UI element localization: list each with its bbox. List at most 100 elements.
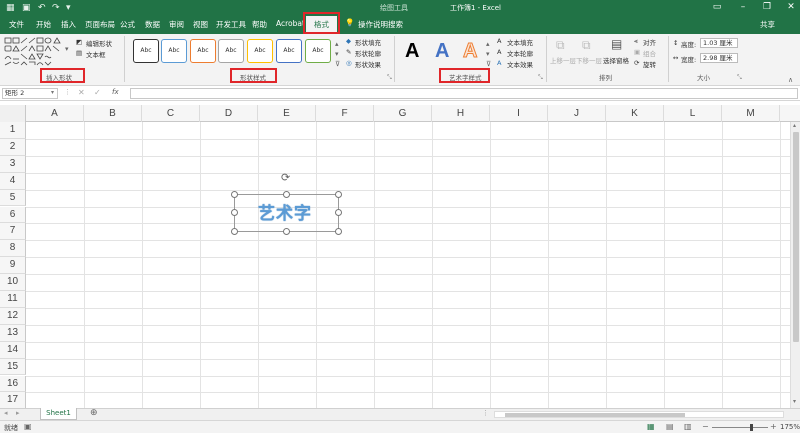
zoom-level[interactable]: 175% — [780, 423, 800, 431]
resize-handle[interactable] — [231, 191, 238, 198]
column-header-a[interactable]: A — [26, 105, 84, 122]
send-backward-button[interactable]: 下移一层 — [576, 55, 602, 65]
shape-gallery-scroll-icon[interactable]: ▾ — [65, 45, 69, 53]
column-header-d[interactable]: D — [200, 105, 258, 122]
row-header-12[interactable]: 12 — [0, 307, 26, 325]
dialog-launcher-icon[interactable]: ⤡ — [387, 74, 392, 82]
accessibility-icon[interactable]: ▣ — [24, 422, 32, 431]
enter-icon[interactable]: ✓ — [94, 88, 101, 97]
share-button[interactable]: 共享 — [760, 19, 775, 30]
tab-help[interactable]: 帮助 — [252, 19, 267, 30]
name-box-dropdown-icon[interactable]: ▾ — [51, 89, 54, 96]
prev-sheet-icon[interactable]: ◂ — [4, 409, 8, 417]
wordart-gallery-down-icon[interactable]: ▾ — [486, 50, 490, 58]
wordart-style-orange[interactable]: A — [462, 40, 477, 63]
row-header-10[interactable]: 10 — [0, 274, 26, 291]
row-header-1[interactable]: 1 — [0, 122, 26, 139]
column-header-g[interactable]: G — [374, 105, 432, 122]
edit-shape-button[interactable]: 编辑形状 — [86, 38, 112, 48]
shape-style-preset[interactable]: Abc — [161, 39, 187, 63]
text-outline-button[interactable]: 文本轮廓 — [507, 48, 533, 58]
tab-view[interactable]: 视图 — [193, 19, 208, 30]
shape-style-preset[interactable]: Abc — [190, 39, 216, 63]
zoom-slider[interactable] — [712, 424, 768, 431]
tab-insert[interactable]: 插入 — [61, 19, 76, 30]
tab-acrobat[interactable]: Acrobat — [276, 19, 305, 28]
rotate-button[interactable]: 旋转 — [643, 59, 656, 69]
resize-handle[interactable] — [335, 209, 342, 216]
scroll-up-icon[interactable]: ▴ — [793, 122, 796, 129]
shape-style-preset[interactable]: Abc — [133, 39, 159, 63]
zoom-slider-thumb[interactable] — [750, 424, 753, 431]
resize-handle[interactable] — [335, 191, 342, 198]
minimize-icon[interactable]: – — [736, 2, 750, 12]
select-all-button[interactable] — [0, 105, 26, 122]
name-box[interactable]: 矩形 2 — [2, 88, 58, 99]
horizontal-scroll-thumb[interactable] — [505, 413, 685, 417]
bring-forward-button[interactable]: 上移一层 — [550, 55, 576, 65]
column-header-e[interactable]: E — [258, 105, 316, 122]
next-sheet-icon[interactable]: ▸ — [16, 409, 20, 417]
row-header-5[interactable]: 5 — [0, 189, 26, 207]
ribbon-display-options-icon[interactable]: ▭ — [710, 2, 724, 12]
tab-home[interactable]: 开始 — [36, 19, 51, 30]
cancel-icon[interactable]: ✕ — [78, 88, 85, 97]
resize-handle[interactable] — [231, 209, 238, 216]
redo-icon[interactable]: ↷ — [52, 3, 60, 13]
gallery-up-icon[interactable]: ▴ — [335, 40, 339, 48]
wordart-gallery-more-icon[interactable]: ⊽ — [486, 60, 491, 68]
horizontal-scrollbar[interactable] — [494, 411, 784, 418]
vertical-scrollbar[interactable]: ▴ ▾ — [790, 122, 800, 408]
row-header-3[interactable]: 3 — [0, 155, 26, 173]
dialog-launcher-icon[interactable]: ⤡ — [737, 74, 742, 82]
shape-outline-button[interactable]: 形状轮廓 — [355, 48, 381, 58]
collapse-ribbon-icon[interactable]: ∧ — [788, 76, 793, 84]
shape-effects-button[interactable]: 形状效果 — [355, 59, 381, 69]
tell-me-search[interactable]: 操作说明搜索 — [358, 19, 403, 30]
formula-input[interactable] — [130, 88, 798, 99]
resize-handle[interactable] — [283, 228, 290, 235]
tab-review[interactable]: 审阅 — [169, 19, 184, 30]
rotate-handle-icon[interactable]: ⟳ — [281, 171, 290, 184]
save-icon[interactable]: ▣ — [22, 3, 31, 13]
insert-function-button[interactable]: fx — [112, 88, 119, 96]
restore-icon[interactable]: ❐ — [760, 2, 774, 12]
gallery-more-icon[interactable]: ⊽ — [335, 60, 340, 68]
split-handle-icon[interactable]: ⋮ — [482, 409, 489, 417]
column-header-j[interactable]: J — [548, 105, 606, 122]
row-header-15[interactable]: 15 — [0, 358, 26, 376]
height-input[interactable]: 1.03 厘米 — [700, 38, 738, 48]
page-layout-view-icon[interactable]: ▤ — [666, 422, 674, 431]
column-header-f[interactable]: F — [316, 105, 374, 122]
customize-quick-access-icon[interactable]: ▾ — [66, 3, 71, 13]
row-header-11[interactable]: 11 — [0, 291, 26, 308]
wordart-gallery-up-icon[interactable]: ▴ — [486, 40, 490, 48]
wordart-style-blue[interactable]: A — [435, 40, 449, 63]
selection-pane-button[interactable]: 选择窗格 — [603, 55, 629, 65]
shape-style-preset[interactable]: Abc — [247, 39, 273, 63]
shape-gallery[interactable] — [4, 37, 64, 67]
tab-formulas[interactable]: 公式 — [120, 19, 135, 30]
wordart-text[interactable]: 艺术字 — [258, 199, 312, 224]
dialog-launcher-icon[interactable]: ⤡ — [538, 74, 543, 82]
row-header-16[interactable]: 16 — [0, 375, 26, 393]
shape-style-preset[interactable]: Abc — [218, 39, 244, 63]
row-header-8[interactable]: 8 — [0, 240, 26, 258]
column-header-k[interactable]: K — [606, 105, 664, 122]
text-box-button[interactable]: 文本框 — [86, 49, 106, 59]
gallery-down-icon[interactable]: ▾ — [335, 50, 339, 58]
add-sheet-icon[interactable]: ⊕ — [90, 408, 98, 418]
zoom-out-icon[interactable]: − — [702, 422, 709, 431]
shape-style-preset[interactable]: Abc — [305, 39, 331, 63]
row-header-6[interactable]: 6 — [0, 206, 26, 224]
group-button[interactable]: 组合 — [643, 48, 656, 58]
wordart-style-black[interactable]: A — [405, 40, 419, 63]
width-input[interactable]: 2.98 厘米 — [700, 53, 738, 63]
resize-handle[interactable] — [335, 228, 342, 235]
shape-fill-button[interactable]: 形状填充 — [355, 37, 381, 47]
row-header-2[interactable]: 2 — [0, 138, 26, 156]
tab-page-layout[interactable]: 页面布局 — [85, 19, 115, 30]
scroll-thumb[interactable] — [793, 132, 799, 342]
scroll-down-icon[interactable]: ▾ — [793, 398, 796, 405]
text-effects-button[interactable]: 文本效果 — [507, 59, 533, 69]
